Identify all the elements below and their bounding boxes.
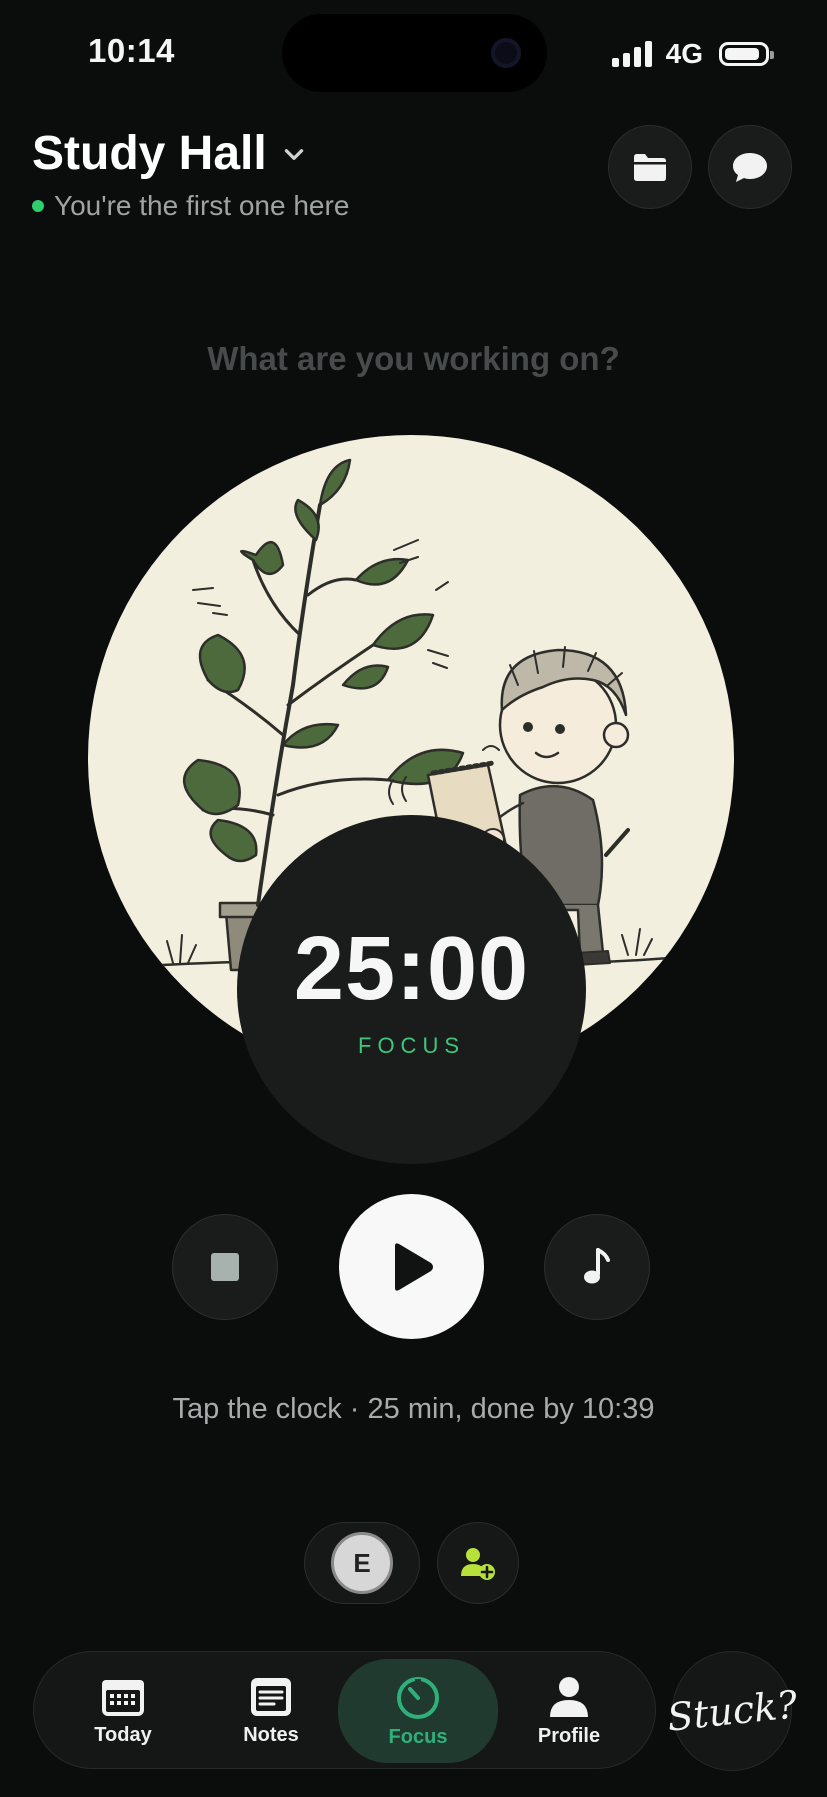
chevron-down-icon bbox=[284, 148, 303, 160]
tab-focus[interactable]: Focus bbox=[338, 1659, 498, 1763]
timer-mode-label: FOCUS bbox=[358, 1033, 465, 1058]
task-input[interactable]: What are you working on? bbox=[0, 340, 827, 378]
stop-button[interactable] bbox=[172, 1214, 278, 1320]
tab-today-label: Today bbox=[94, 1723, 152, 1746]
tab-notes[interactable]: Notes bbox=[196, 1652, 346, 1770]
tab-profile-label: Profile bbox=[537, 1724, 601, 1747]
timer-hint: Tap the clock · 25 min, done by 10:39 bbox=[172, 1393, 655, 1425]
presence-text: You're the first one here bbox=[54, 190, 350, 221]
play-icon bbox=[394, 1242, 433, 1291]
stuck-button[interactable]: Stuck? bbox=[665, 1651, 799, 1771]
folder-icon bbox=[634, 154, 666, 181]
play-button[interactable] bbox=[339, 1194, 484, 1339]
person-icon bbox=[550, 1676, 588, 1717]
timer-display[interactable]: 25:00 bbox=[237, 918, 586, 1021]
music-button[interactable] bbox=[544, 1214, 650, 1320]
folder-button[interactable] bbox=[608, 125, 692, 209]
tab-focus-label: Focus bbox=[388, 1725, 448, 1748]
avatar-initial: E bbox=[353, 1547, 371, 1578]
stuck-label: Stuck? bbox=[664, 1682, 800, 1740]
status-indicators: 4G bbox=[611, 38, 774, 70]
chat-bubble-icon bbox=[733, 153, 767, 182]
tab-bar: Today Notes Focus Profile bbox=[33, 1651, 656, 1769]
online-dot-icon bbox=[32, 200, 44, 212]
timer-icon bbox=[397, 1676, 439, 1719]
tab-notes-label: Notes bbox=[243, 1723, 299, 1746]
participants-pill[interactable]: E bbox=[304, 1522, 420, 1604]
chat-button[interactable] bbox=[708, 125, 792, 209]
status-time: 10:14 bbox=[88, 32, 175, 69]
calendar-icon bbox=[102, 1679, 144, 1716]
network-label: 4G bbox=[665, 38, 703, 69]
room-selector[interactable]: Study Hall bbox=[32, 126, 307, 181]
tab-profile[interactable]: Profile bbox=[494, 1652, 644, 1770]
room-title: Study Hall bbox=[32, 127, 267, 180]
add-person-icon bbox=[461, 1548, 495, 1580]
stop-icon bbox=[211, 1253, 239, 1281]
signal-icon bbox=[611, 41, 652, 67]
presence-status: You're the first one here bbox=[32, 190, 349, 222]
music-note-icon bbox=[584, 1248, 610, 1284]
battery-icon bbox=[719, 42, 774, 66]
tab-today[interactable]: Today bbox=[48, 1652, 198, 1770]
camera-icon bbox=[491, 38, 521, 68]
notes-icon bbox=[251, 1677, 291, 1716]
dynamic-island bbox=[282, 14, 547, 92]
invite-button[interactable] bbox=[437, 1522, 519, 1604]
avatar: E bbox=[331, 1532, 393, 1594]
